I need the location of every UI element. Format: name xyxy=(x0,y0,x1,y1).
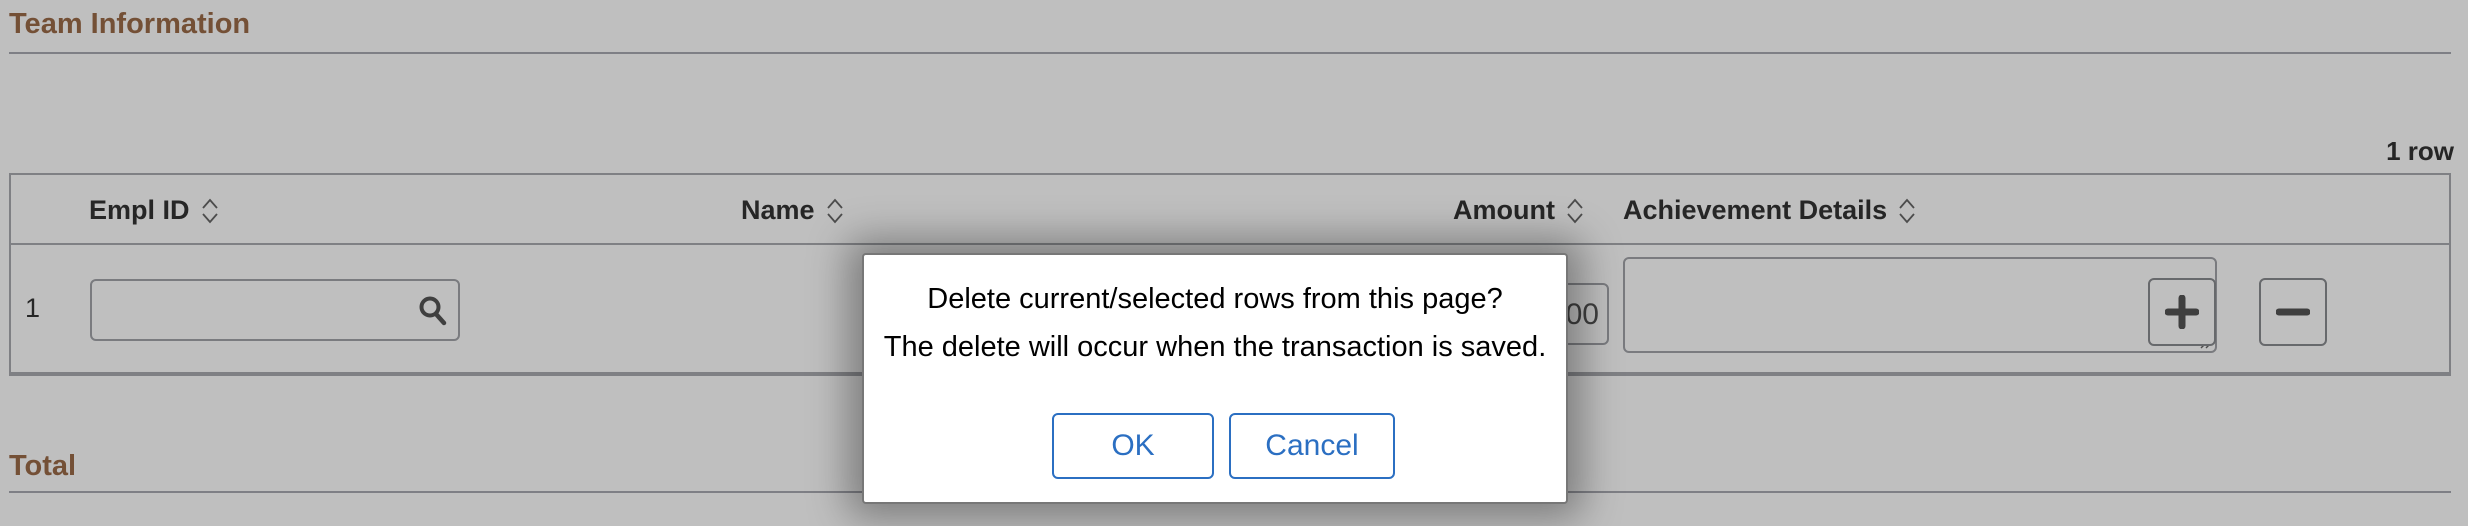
dialog-message-question: Delete current/selected rows from this p… xyxy=(927,283,1503,315)
ok-button[interactable]: OK xyxy=(1052,413,1214,479)
cancel-button[interactable]: Cancel xyxy=(1229,413,1395,479)
delete-confirmation-dialog: Delete current/selected rows from this p… xyxy=(862,253,1568,504)
page: Team Information 1 row Empl ID Name Amou… xyxy=(0,0,2468,526)
dialog-message-info: The delete will occur when the transacti… xyxy=(883,331,1547,363)
